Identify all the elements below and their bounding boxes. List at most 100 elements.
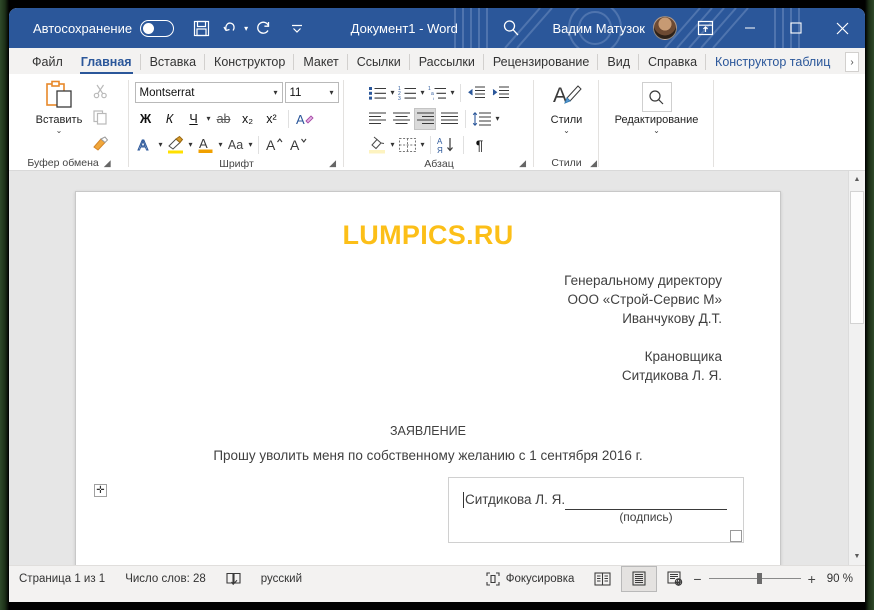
grow-font-button[interactable]: A xyxy=(264,134,286,156)
shrink-font-button[interactable]: A xyxy=(288,134,310,156)
redo-icon[interactable] xyxy=(248,13,278,43)
ribbon-display-options-icon[interactable] xyxy=(683,13,727,43)
table-resize-handle-icon[interactable] xyxy=(730,530,742,542)
shading-dropdown-arrow[interactable]: ▾ xyxy=(390,140,394,149)
numbering-dropdown-arrow[interactable]: ▾ xyxy=(420,88,424,97)
multilevel-dropdown-arrow[interactable]: ▾ xyxy=(451,88,455,97)
close-button[interactable] xyxy=(819,8,865,48)
increase-indent-icon[interactable] xyxy=(490,82,512,104)
line-spacing-icon[interactable] xyxy=(471,108,493,130)
tab-help[interactable]: Справка xyxy=(639,50,707,74)
font-color-button[interactable]: A xyxy=(195,134,217,156)
justify-icon[interactable] xyxy=(438,108,460,130)
user-account[interactable]: Вадим Матузок xyxy=(552,16,677,40)
autosave-control[interactable]: Автосохранение xyxy=(33,19,175,37)
subscript-button[interactable]: x₂ xyxy=(237,108,259,130)
zoom-level[interactable]: 90 % xyxy=(827,573,853,585)
table-move-handle-icon[interactable]: ✛ xyxy=(94,484,107,497)
copy-icon[interactable] xyxy=(88,106,112,128)
scroll-up-button[interactable]: ▲ xyxy=(849,171,865,188)
underline-dropdown-arrow[interactable]: ▾ xyxy=(207,114,211,123)
proofing-check-icon[interactable] xyxy=(216,566,251,592)
change-case-dropdown-arrow[interactable]: ▾ xyxy=(249,140,253,149)
text-effects-dropdown-arrow[interactable]: ▾ xyxy=(159,140,163,149)
align-center-icon[interactable] xyxy=(390,108,412,130)
change-case-button[interactable]: Aa xyxy=(225,134,247,156)
tab-review[interactable]: Рецензирование xyxy=(484,50,599,74)
show-formatting-marks-button[interactable]: ¶ xyxy=(469,134,491,156)
minimize-button[interactable] xyxy=(727,8,773,48)
tab-view[interactable]: Вид xyxy=(598,50,639,74)
multilevel-list-icon[interactable]: 1 a i xyxy=(427,82,449,104)
highlight-dropdown-arrow[interactable]: ▾ xyxy=(189,140,193,149)
tab-insert[interactable]: Вставка xyxy=(141,50,206,74)
word-count[interactable]: Число слов: 28 xyxy=(115,566,216,592)
editing-button[interactable]: Редактирование ⌄ xyxy=(605,82,708,135)
zoom-slider[interactable] xyxy=(708,573,801,584)
autosave-toggle[interactable] xyxy=(140,19,175,37)
tab-references[interactable]: Ссылки xyxy=(348,50,410,74)
vertical-scrollbar[interactable]: ▲ ▼ xyxy=(848,171,865,565)
bold-button[interactable]: Ж xyxy=(135,108,157,130)
print-layout-button[interactable] xyxy=(621,565,658,592)
dialog-launcher-icon[interactable]: ◢ xyxy=(590,158,597,169)
read-mode-button[interactable] xyxy=(584,566,621,592)
tab-home[interactable]: Главная xyxy=(72,50,141,74)
focus-mode-button[interactable]: Фокусировка xyxy=(476,566,585,592)
font-family-select[interactable]: Montserrat ▾ xyxy=(134,82,283,103)
search-icon[interactable] xyxy=(641,82,672,112)
tab-layout[interactable]: Макет xyxy=(294,50,349,74)
bullets-dropdown-arrow[interactable]: ▾ xyxy=(390,88,394,97)
undo-icon[interactable] xyxy=(216,13,246,43)
page-indicator[interactable]: Страница 1 из 1 xyxy=(9,566,115,592)
search-icon[interactable] xyxy=(496,13,526,43)
document-body-text[interactable]: Прошу уволить меня по собственному желан… xyxy=(76,448,780,463)
align-right-icon[interactable] xyxy=(414,107,437,130)
chevron-down-icon[interactable]: ⌄ xyxy=(653,127,660,135)
align-left-icon[interactable] xyxy=(366,108,388,130)
dialog-launcher-icon[interactable]: ◢ xyxy=(519,158,526,169)
borders-icon[interactable] xyxy=(396,134,418,156)
zoom-in-button[interactable]: + xyxy=(808,571,816,587)
styles-button[interactable]: A Стили ⌄ xyxy=(540,82,594,135)
paste-button[interactable]: Вставить ⌄ xyxy=(32,80,86,135)
line-spacing-dropdown-arrow[interactable]: ▾ xyxy=(495,114,499,123)
tab-table-design[interactable]: Конструктор таблиц xyxy=(706,50,839,74)
italic-button[interactable]: К xyxy=(159,108,181,130)
sort-button[interactable]: А Я xyxy=(436,134,458,156)
borders-dropdown-arrow[interactable]: ▾ xyxy=(420,140,424,149)
zoom-control[interactable]: − + 90 % xyxy=(693,571,865,587)
numbered-list-icon[interactable]: 1 2 3 xyxy=(396,82,418,104)
language-indicator[interactable]: русский xyxy=(251,566,312,592)
clear-formatting-icon[interactable]: A xyxy=(294,108,316,130)
tab-mailings[interactable]: Рассылки xyxy=(410,50,484,74)
format-painter-icon[interactable] xyxy=(88,132,112,154)
cut-scissors-icon[interactable] xyxy=(88,80,112,102)
scrollbar-thumb[interactable] xyxy=(850,191,864,324)
tab-file[interactable]: Файл xyxy=(23,50,72,74)
web-layout-button[interactable] xyxy=(657,566,693,592)
bullet-list-icon[interactable] xyxy=(366,82,388,104)
dialog-launcher-icon[interactable]: ◢ xyxy=(104,158,111,169)
scroll-down-button[interactable]: ▼ xyxy=(849,548,865,565)
underline-button[interactable]: Ч xyxy=(183,108,205,130)
strikethrough-button[interactable]: ab xyxy=(213,108,235,130)
avatar[interactable] xyxy=(653,16,677,40)
save-icon[interactable] xyxy=(186,13,216,43)
tab-design[interactable]: Конструктор xyxy=(205,50,295,74)
chevron-down-icon[interactable]: ⌄ xyxy=(563,127,570,135)
maximize-button[interactable] xyxy=(773,8,819,48)
zoom-slider-knob[interactable] xyxy=(756,573,762,584)
document-page[interactable]: LUMPICS.RU Генеральному директору ООО «С… xyxy=(75,191,781,565)
shading-icon[interactable] xyxy=(366,134,388,156)
font-size-select[interactable]: 11 ▾ xyxy=(284,82,339,103)
font-color-dropdown-arrow[interactable]: ▾ xyxy=(219,140,223,149)
customize-quick-access-icon[interactable] xyxy=(282,13,312,43)
superscript-button[interactable]: x² xyxy=(261,108,283,130)
text-effects-button[interactable]: A xyxy=(135,134,157,156)
recipient-block[interactable]: Генеральному директору ООО «Строй-Сервис… xyxy=(564,271,722,328)
chevron-down-icon[interactable]: ⌄ xyxy=(56,127,63,135)
sender-block[interactable]: Крановщика Ситдикова Л. Я. xyxy=(622,347,722,385)
dialog-launcher-icon[interactable]: ◢ xyxy=(329,158,336,169)
tabs-overflow-button[interactable]: › xyxy=(845,52,859,72)
